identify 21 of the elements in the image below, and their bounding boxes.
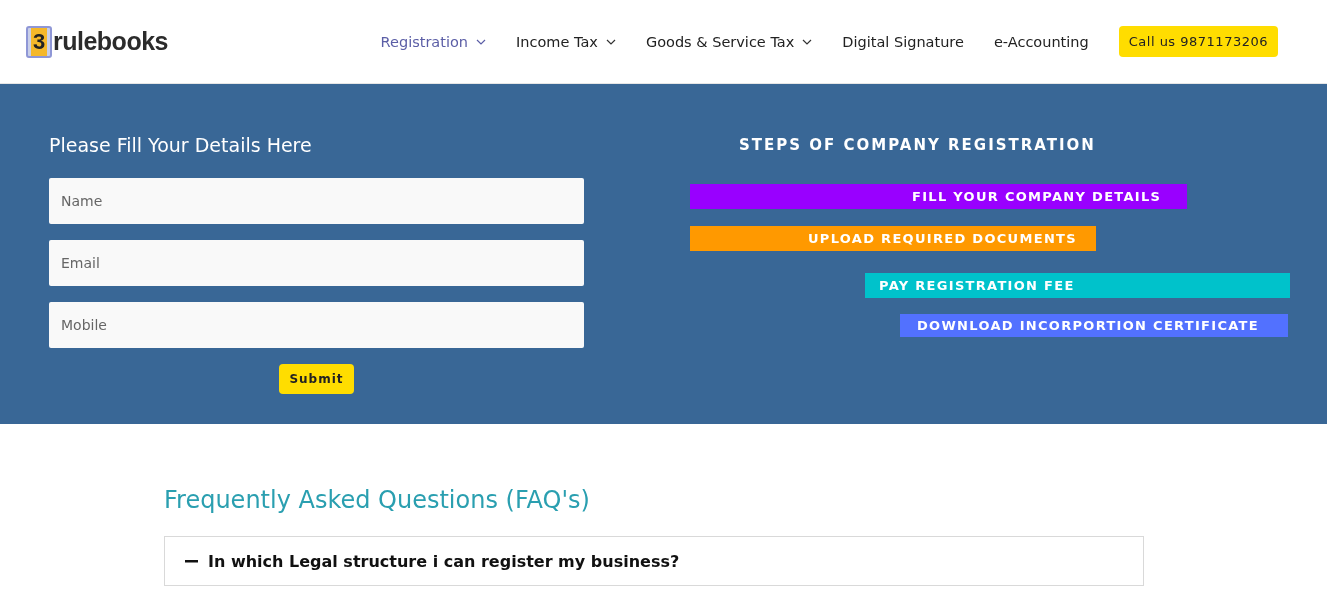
submit-button[interactable]: Submit: [279, 364, 354, 394]
step-bar: UPLOAD REQUIRED DOCUMENTS: [690, 226, 1096, 251]
form-title: Please Fill Your Details Here: [49, 134, 313, 156]
faq-item[interactable]: In which Legal structure i can register my business?: [164, 536, 1144, 586]
input-field[interactable]: Email: [49, 240, 584, 286]
steps-title: STEPS OF COMPANY REGISTRATION: [739, 136, 1097, 154]
logo-text: rulebooks: [53, 27, 168, 56]
nav-link[interactable]: Digital Signature: [842, 33, 964, 50]
call-button[interactable]: Call us 9871173206: [1118, 26, 1278, 57]
input-field[interactable]: Mobile: [49, 302, 584, 348]
nav-link[interactable]: Income Tax: [516, 33, 616, 50]
step-bar: PAY REGISTRATION FEE: [865, 273, 1290, 298]
step-bar: DOWNLOAD INCORPORTION CERTIFICATE: [900, 314, 1288, 337]
nav-link[interactable]: e-Accounting: [993, 33, 1089, 50]
logo-mark: 3: [26, 25, 52, 58]
input-field[interactable]: Name: [49, 178, 584, 224]
nav-link[interactable]: Registration: [380, 33, 487, 50]
nav-link[interactable]: Goods & Service Tax: [645, 33, 813, 50]
faq-title: Frequently Asked Questions (FAQ's): [164, 486, 591, 514]
faq-question: In which Legal structure i can register my business?: [208, 551, 680, 571]
step-bar: FILL YOUR COMPANY DETAILS: [690, 184, 1187, 209]
